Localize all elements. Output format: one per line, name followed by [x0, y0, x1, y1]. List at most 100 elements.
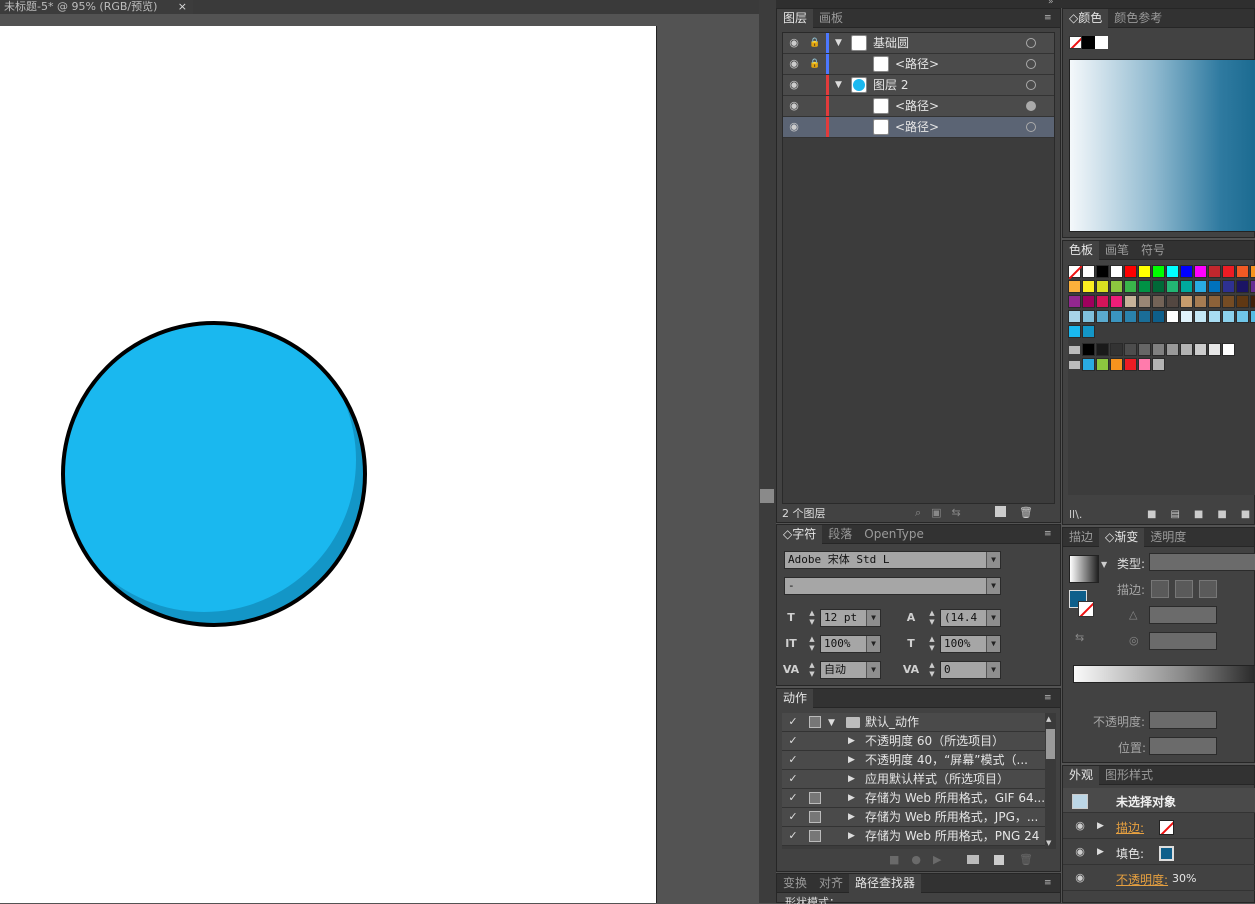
swatch[interactable] [1124, 280, 1137, 293]
tab-pathfinder[interactable]: 路径查找器 [849, 874, 922, 893]
action-row[interactable]: ✓ ▶ 应用默认样式（所选项目） [782, 770, 1045, 789]
lock-icon[interactable] [809, 100, 821, 112]
lock-icon[interactable] [809, 121, 821, 133]
opacity-field[interactable] [1149, 711, 1217, 729]
swatch[interactable] [1138, 295, 1151, 308]
swatch[interactable] [1068, 358, 1081, 371]
font-size-field[interactable]: 12 pt ▼ [820, 609, 881, 627]
close-icon[interactable]: × [178, 0, 187, 14]
tab-appearance[interactable]: 外观 [1063, 766, 1100, 785]
chevron-right-icon[interactable]: ▶ [848, 811, 858, 823]
layer-row[interactable]: ◉ <路径> [783, 117, 1054, 138]
check-icon[interactable]: ✓ [786, 810, 800, 824]
swatch[interactable] [1110, 280, 1123, 293]
stroke-along-icon[interactable] [1175, 580, 1193, 598]
actions-scrollbar[interactable]: ▲ ▼ [1045, 713, 1056, 849]
panel-menu-icon[interactable]: ≡ [1044, 878, 1056, 888]
stroke-within-icon[interactable] [1151, 580, 1169, 598]
swatch[interactable] [1236, 280, 1249, 293]
aspect-ratio-field[interactable] [1149, 632, 1217, 650]
swatch[interactable] [1096, 310, 1109, 323]
swatch[interactable] [1110, 310, 1123, 323]
kerning-stepper[interactable]: ▲ ▼ [806, 661, 818, 679]
swatch-footer-icons[interactable]: ■▤■■■ [1147, 509, 1255, 520]
tab-graphic-styles[interactable]: 图形样式 [1099, 766, 1159, 785]
none-swatch[interactable] [1069, 36, 1082, 49]
layer-name[interactable]: <路径> [895, 96, 939, 116]
target-icon[interactable] [1026, 59, 1036, 69]
chevron-right-icon[interactable]: ▶ [848, 754, 858, 766]
kerning-field[interactable]: 自动 ▼ [820, 661, 881, 679]
tab-symbols[interactable]: 符号 [1135, 241, 1171, 260]
swatch[interactable] [1152, 343, 1165, 356]
gradient-preview[interactable] [1069, 555, 1099, 583]
swatch[interactable] [1166, 310, 1179, 323]
swatch[interactable] [1222, 265, 1235, 278]
swatch[interactable] [1166, 295, 1179, 308]
delete-layer-icon[interactable]: 🗑 [1019, 506, 1033, 519]
black-swatch[interactable] [1082, 36, 1095, 49]
font-family-select[interactable]: Adobe 宋体 Std L ▼ [784, 551, 1001, 569]
chevron-down-icon[interactable]: ▼ [828, 717, 838, 729]
swatch[interactable] [1152, 265, 1165, 278]
swatch[interactable] [1208, 343, 1221, 356]
font-size-stepper[interactable]: ▲ ▼ [806, 609, 818, 627]
swatch[interactable] [1068, 325, 1081, 338]
swatch[interactable] [1194, 265, 1207, 278]
eye-icon[interactable]: ◉ [1073, 872, 1087, 884]
white-swatch[interactable] [1095, 36, 1108, 49]
dialog-toggle-icon[interactable] [809, 792, 821, 804]
swatch[interactable] [1250, 295, 1255, 308]
check-icon[interactable]: ✓ [786, 715, 800, 729]
chevron-right-icon[interactable]: ▶ [848, 735, 858, 747]
action-set-row[interactable]: ✓ ▼ 默认_动作 [782, 713, 1045, 732]
check-icon[interactable]: ✓ [786, 791, 800, 805]
swatch[interactable] [1152, 280, 1165, 293]
swatch[interactable] [1208, 310, 1221, 323]
swatch[interactable] [1250, 310, 1255, 323]
appearance-stroke-row[interactable]: ◉ ▶ 描边: [1063, 814, 1255, 839]
swatch[interactable] [1222, 280, 1235, 293]
check-icon[interactable]: ✓ [786, 772, 800, 786]
layer-row[interactable]: ◉ ▼ 图层 2 [783, 75, 1054, 96]
circle-fill[interactable] [52, 308, 356, 612]
chevron-right-icon[interactable]: ▶ [1097, 846, 1107, 858]
swatch[interactable] [1068, 295, 1081, 308]
eye-icon[interactable]: ◉ [787, 79, 801, 91]
angle-field[interactable] [1149, 606, 1217, 624]
stroke-swatch[interactable] [1078, 601, 1094, 617]
eye-icon[interactable]: ◉ [787, 58, 801, 70]
appearance-opacity-row[interactable]: ◉ 不透明度: 30% [1063, 866, 1255, 891]
horizontal-scale-stepper[interactable]: ▲ ▼ [926, 635, 938, 653]
swatch[interactable] [1236, 265, 1249, 278]
swatch[interactable] [1250, 280, 1255, 293]
chevron-right-icon[interactable]: ▶ [848, 792, 858, 804]
swatch[interactable] [1166, 280, 1179, 293]
tab-swatches[interactable]: 色板 [1063, 241, 1100, 260]
location-field[interactable] [1149, 737, 1217, 755]
artboard[interactable] [0, 26, 657, 903]
stroke-color-swatch[interactable] [1159, 820, 1174, 835]
dialog-toggle-icon[interactable] [809, 811, 821, 823]
swatch[interactable] [1082, 358, 1095, 371]
swatch[interactable] [1124, 310, 1137, 323]
scroll-up-icon[interactable]: ▲ [1046, 715, 1051, 723]
swatch[interactable] [1068, 343, 1081, 356]
document-tab[interactable]: 未标题-5* @ 95% (RGB/预览) × [0, 0, 193, 14]
chevron-down-icon[interactable]: ▼ [835, 37, 845, 49]
new-action-icon[interactable] [994, 855, 1004, 865]
panel-menu-icon[interactable]: ≡ [1044, 13, 1056, 23]
dialog-toggle-icon[interactable] [809, 830, 821, 842]
swatch[interactable] [1096, 265, 1109, 278]
swatch[interactable] [1250, 265, 1255, 278]
action-row[interactable]: ✓ ▶ 存储为 Web 所用格式，JPG，... [782, 808, 1045, 827]
layer-row[interactable]: ◉ 🔒 ▼ 基础圆 [783, 33, 1054, 54]
check-icon[interactable]: ✓ [786, 753, 800, 767]
swatch[interactable] [1194, 280, 1207, 293]
swatch[interactable] [1110, 295, 1123, 308]
vertical-scale-stepper[interactable]: ▲ ▼ [806, 635, 818, 653]
swatch-library-icon[interactable]: ll\. [1069, 508, 1082, 521]
stroke-label[interactable]: 描边: [1116, 819, 1144, 836]
tab-color-guide[interactable]: 颜色参考 [1108, 9, 1168, 28]
color-spectrum[interactable] [1069, 59, 1255, 232]
